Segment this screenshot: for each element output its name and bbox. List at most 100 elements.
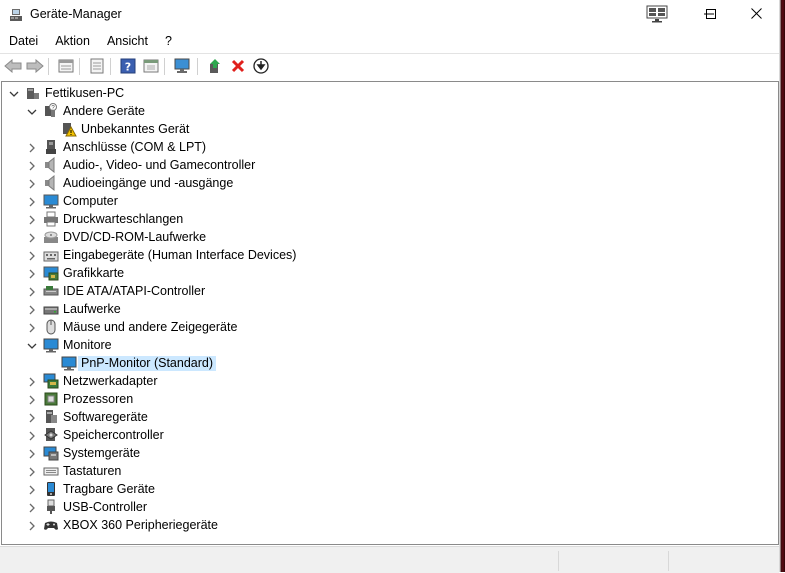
download-icon[interactable] — [251, 56, 271, 76]
help-icon[interactable]: ? — [118, 56, 138, 76]
chevron-right-icon[interactable] — [27, 178, 37, 189]
monitor-icon — [61, 355, 77, 371]
tree-category-row[interactable]: Laufwerke — [2, 300, 762, 318]
enable-device-icon[interactable] — [205, 56, 225, 76]
chevron-right-icon[interactable] — [27, 376, 37, 387]
tree-category-label: IDE ATA/ATAPI-Controller — [63, 284, 206, 298]
chevron-down-icon[interactable] — [27, 340, 37, 350]
update-driver-sheet-icon[interactable] — [87, 56, 107, 76]
tree-category-row[interactable]: DVD/CD-ROM-Laufwerke — [2, 228, 762, 246]
chevron-right-icon[interactable] — [27, 214, 37, 225]
software-device-icon — [43, 409, 59, 425]
menu-aktion[interactable]: Aktion — [46, 31, 98, 51]
tree-category-row[interactable]: XBOX 360 Peripheriegeräte — [2, 516, 762, 534]
chevron-right-icon[interactable] — [27, 322, 37, 333]
chevron-down-icon[interactable] — [9, 88, 19, 98]
menu-datei[interactable]: Datei — [0, 31, 46, 51]
tree-category-row[interactable]: IDE ATA/ATAPI-Controller — [2, 282, 762, 300]
chevron-right-icon[interactable] — [27, 394, 37, 405]
properties-icon[interactable] — [56, 56, 76, 76]
chevron-right-icon[interactable] — [27, 232, 37, 243]
computer-tower-icon — [25, 85, 41, 101]
forward-arrow-icon[interactable] — [25, 56, 45, 76]
background-edge — [779, 0, 785, 572]
tree-category-label: Tragbare Geräte — [63, 482, 155, 496]
chevron-right-icon[interactable] — [27, 466, 37, 477]
computer-icon — [43, 193, 59, 209]
back-arrow-icon[interactable] — [3, 56, 23, 76]
menu-help[interactable]: ? — [156, 31, 180, 51]
tree-child-label: Unbekanntes Gerät — [81, 122, 190, 136]
usb-icon — [43, 499, 59, 515]
chevron-right-icon[interactable] — [27, 520, 37, 531]
tree-root-row[interactable]: Fettikusen-PC — [2, 84, 762, 102]
mouse-icon — [43, 319, 59, 335]
keyboard-icon — [43, 463, 59, 479]
toolbar-separator — [164, 58, 165, 75]
chevron-right-icon[interactable] — [27, 196, 37, 207]
tree-category-row[interactable]: Tastaturen — [2, 462, 762, 480]
tree-category-row[interactable]: Softwaregeräte — [2, 408, 762, 426]
chevron-right-icon[interactable] — [27, 160, 37, 171]
tree-category-label: Grafikkarte — [63, 266, 125, 280]
tree-category-label: Systemgeräte — [63, 446, 141, 460]
display-adapter-icon — [43, 265, 59, 281]
chevron-right-icon[interactable] — [27, 250, 37, 261]
tree-category-row[interactable]: USB-Controller — [2, 498, 762, 516]
tree-child-row[interactable]: PnP-Monitor (Standard) — [2, 354, 762, 372]
tree-category-row[interactable]: Audio-, Video- und Gamecontroller — [2, 156, 762, 174]
tree-category-row[interactable]: Druckwarteschlangen — [2, 210, 762, 228]
device-tree[interactable]: Fettikusen-PC ? Andere Geräte Unbekanntes … — [1, 81, 779, 545]
chevron-right-icon[interactable] — [27, 304, 37, 315]
speaker-icon — [43, 156, 59, 174]
portable-device-icon — [43, 481, 59, 497]
dvd-drive-icon — [43, 229, 59, 245]
svg-text:?: ? — [125, 61, 131, 74]
chevron-right-icon[interactable] — [27, 142, 37, 153]
tree-category-row[interactable]: Netzwerkadapter — [2, 372, 762, 390]
chevron-right-icon[interactable] — [27, 484, 37, 495]
tree-category-label: XBOX 360 Peripheriegeräte — [63, 518, 218, 532]
hid-icon — [43, 247, 59, 263]
tree-category-row[interactable]: Grafikkarte — [2, 264, 762, 282]
maximize-button[interactable] — [688, 0, 734, 30]
chevron-right-icon[interactable] — [27, 502, 37, 513]
tree-category-label: Audioeingänge und -ausgänge — [63, 176, 234, 190]
tree-category-label: Andere Geräte — [63, 104, 145, 118]
chevron-right-icon[interactable] — [27, 448, 37, 459]
tree-category-row[interactable]: ? Andere Geräte — [2, 102, 762, 120]
ide-controller-icon — [43, 283, 59, 299]
printer-icon — [43, 211, 59, 227]
chevron-right-icon[interactable] — [27, 286, 37, 297]
tree-category-row[interactable]: Prozessoren — [2, 390, 762, 408]
chevron-right-icon[interactable] — [27, 412, 37, 423]
tree-category-row[interactable]: Speichercontroller — [2, 426, 762, 444]
tree-category-row[interactable]: Monitore — [2, 336, 762, 354]
scan-hardware-icon[interactable] — [172, 56, 192, 76]
tree-category-label: Softwaregeräte — [63, 410, 148, 424]
uninstall-icon[interactable] — [228, 56, 248, 76]
storage-controller-icon — [43, 427, 59, 443]
thumbnail-icon — [646, 5, 668, 26]
tree-category-label: Netzwerkadapter — [63, 374, 158, 388]
tree-child-row[interactable]: Unbekanntes Gerät — [2, 120, 762, 138]
chevron-down-icon[interactable] — [27, 106, 37, 116]
toolbar-separator — [79, 58, 80, 75]
close-button[interactable] — [733, 0, 779, 30]
tree-child-label: PnP-Monitor (Standard) — [78, 356, 217, 371]
tree-category-label: Mäuse und andere Zeigegeräte — [63, 320, 238, 334]
view-icon[interactable] — [141, 56, 161, 76]
tree-category-row[interactable]: Computer — [2, 192, 762, 210]
tree-category-row[interactable]: Anschlüsse (COM & LPT) — [2, 138, 762, 156]
tree-category-row[interactable]: Audioeingänge und -ausgänge — [2, 174, 762, 192]
device-manager-window: Geräte-Manager Datei Aktion Ansicht ? ? … — [0, 0, 779, 573]
processor-icon — [43, 391, 59, 407]
menu-ansicht[interactable]: Ansicht — [98, 31, 156, 51]
tree-category-row[interactable]: Mäuse und andere Zeigegeräte — [2, 318, 762, 336]
tree-category-row[interactable]: Systemgeräte — [2, 444, 762, 462]
chevron-right-icon[interactable] — [27, 430, 37, 441]
tree-category-row[interactable]: Eingabegeräte (Human Interface Devices) — [2, 246, 762, 264]
tree-category-row[interactable]: Tragbare Geräte — [2, 480, 762, 498]
chevron-right-icon[interactable] — [27, 268, 37, 279]
taskbar-thumbnail-button[interactable] — [634, 0, 680, 30]
